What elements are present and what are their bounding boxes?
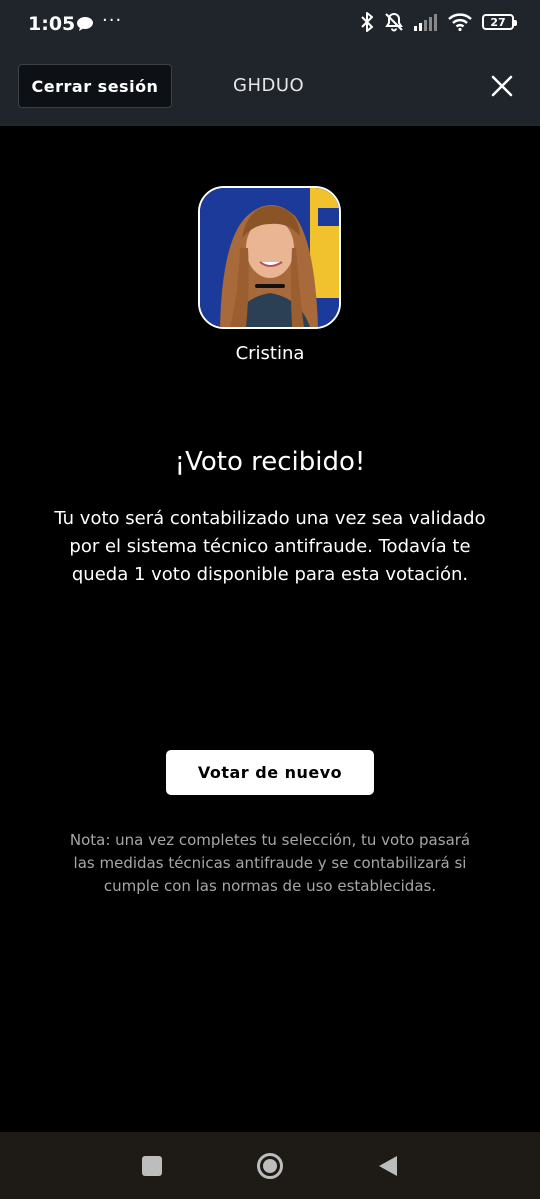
battery-level: 27: [490, 15, 506, 29]
vote-message: Tu voto será contabilizado una vez sea v…: [54, 508, 486, 585]
system-nav-bar: [0, 1132, 540, 1199]
home-icon[interactable]: [256, 1152, 284, 1180]
app-title: GHDUO: [233, 75, 305, 96]
battery-icon: 27: [482, 14, 517, 30]
status-icons: 27: [360, 12, 517, 32]
close-icon[interactable]: [490, 74, 514, 98]
vote-again-button[interactable]: Votar de nuevo: [166, 750, 374, 795]
wifi-icon: [448, 13, 472, 31]
antifraud-note: Nota: una vez completes tu selección, tu…: [69, 831, 471, 895]
candidate-photo: [200, 188, 339, 327]
logout-button[interactable]: Cerrar sesión: [18, 64, 172, 108]
chat-bubble-icon: [76, 16, 94, 36]
candidate-avatar: [198, 186, 341, 329]
back-icon[interactable]: [377, 1154, 399, 1178]
bluetooth-icon: [361, 12, 373, 32]
more-notifications-icon: ···: [102, 10, 123, 31]
signal-icon: [414, 14, 437, 31]
status-bar: 1:05 ··· 27: [0, 0, 540, 46]
candidate-name: Cristina: [235, 343, 305, 364]
vote-received-heading: ¡Voto recibido!: [174, 447, 366, 477]
recent-apps-icon[interactable]: [142, 1156, 162, 1176]
app-header: Cerrar sesión GHDUO: [0, 46, 540, 126]
mute-bell-icon: [385, 12, 403, 32]
status-time: 1:05: [28, 13, 76, 35]
